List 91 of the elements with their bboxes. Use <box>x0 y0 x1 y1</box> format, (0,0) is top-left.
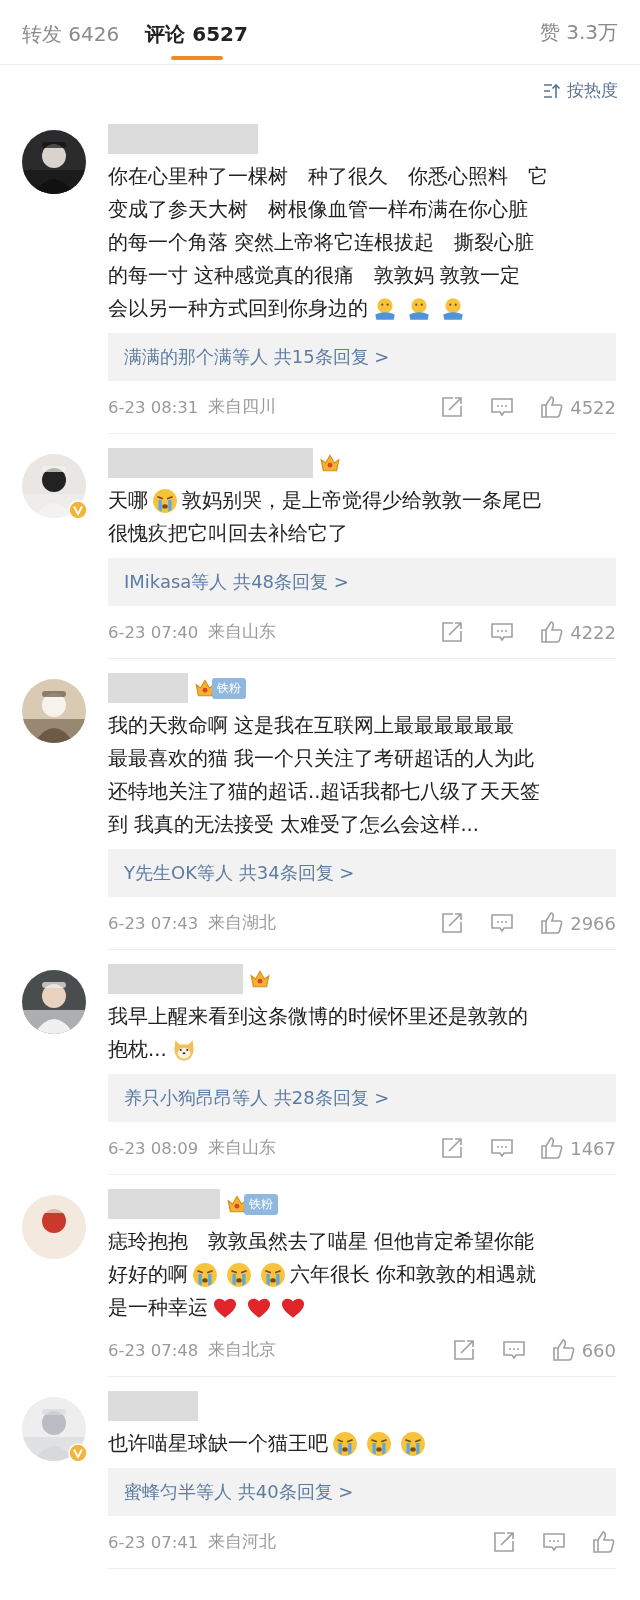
tab[interactable]: 评论 6527 <box>145 6 248 58</box>
comment-text: 敦妈别哭，是上帝觉得少给敦敦一条尾巴 <box>182 488 542 514</box>
comment-location: 来自河北 <box>208 1531 277 1553</box>
comment-location: 来自山东 <box>208 621 277 643</box>
comment-location: 来自北京 <box>208 1339 277 1361</box>
comment-button[interactable] <box>542 1530 566 1554</box>
crying-emoji-icon <box>366 1430 392 1457</box>
share-button[interactable] <box>492 1530 516 1554</box>
share-icon <box>440 911 465 935</box>
comment-text: 我的天救命啊 这是我在互联网上最最最最最最 <box>108 713 515 739</box>
comment-text: 六年很长 你和敦敦的相遇就 <box>290 1262 537 1288</box>
comment-icon <box>542 1530 566 1554</box>
crown-icon <box>249 968 271 990</box>
crying-emoji-icon <box>260 1261 286 1288</box>
comment-text: 是一种幸运 <box>108 1295 208 1321</box>
thumbs-up-icon <box>551 1338 576 1362</box>
comment-text: 还特地关注了猫的超话..超话我都七八级了天天签 <box>108 779 541 805</box>
share-icon <box>440 620 465 644</box>
comment-button[interactable] <box>490 395 515 419</box>
comment-text: 好好的啊 <box>108 1262 188 1288</box>
comment-text: 变成了参天大树 树根像血管一样布满在你心脏 <box>108 197 528 223</box>
fan-badge: 铁粉 <box>244 1193 278 1215</box>
replies-link[interactable]: IMikasa等人 共48条回复 > <box>108 558 616 606</box>
like-button[interactable]: 4522 <box>540 395 616 419</box>
comment-icon <box>501 1338 526 1362</box>
comment-location: 来自湖北 <box>208 912 277 934</box>
share-icon <box>440 1136 465 1160</box>
thumbs-up-icon <box>540 911 565 935</box>
share-button[interactable] <box>440 395 465 419</box>
thumbs-up-icon <box>540 620 565 644</box>
share-icon <box>440 395 465 419</box>
share-icon <box>451 1338 476 1362</box>
crying-emoji-icon <box>226 1261 252 1288</box>
replies-link[interactable]: 蜜蜂匀半等人 共40条回复 > <box>108 1468 616 1516</box>
comment-time: 6-23 08:09 <box>108 1138 199 1158</box>
crying-emoji-icon <box>400 1430 426 1457</box>
like-total[interactable]: 赞 3.3万 <box>539 18 618 46</box>
crying-emoji-icon <box>332 1430 358 1457</box>
comment-button[interactable] <box>490 1136 515 1160</box>
sort-icon <box>543 81 561 100</box>
tab[interactable]: 转发 6426 <box>22 6 120 58</box>
crown-icon <box>319 452 341 474</box>
thumbs-up-icon <box>540 1136 565 1160</box>
comment-text: 天哪 <box>108 488 148 514</box>
crying-emoji-icon <box>192 1261 218 1288</box>
comment-text: 痣玲抱抱 敦敦虽然去了喵星 但他肯定希望你能 <box>108 1229 535 1255</box>
crying-emoji-icon <box>152 487 178 514</box>
hug-emoji-icon <box>372 295 398 322</box>
thumbs-up-icon <box>540 395 565 419</box>
like-button[interactable]: 660 <box>551 1338 616 1362</box>
comment-text: 到 我真的无法接受 太难受了怎么会这样... <box>108 812 479 838</box>
comment-text: 很愧疚把它叫回去补给它了 <box>108 521 348 547</box>
comment-text: 你在心里种了一棵树 种了很久 你悉心照料 它 <box>108 164 548 190</box>
comment-location: 来自山东 <box>208 1137 277 1159</box>
comment-time: 6-23 07:41 <box>108 1532 199 1552</box>
hug-emoji-icon <box>440 295 466 322</box>
comment-button[interactable] <box>501 1338 526 1362</box>
share-button[interactable] <box>440 620 465 644</box>
replies-link[interactable]: 满满的那个满等人 共15条回复 > <box>108 333 616 381</box>
fan-badge: 铁粉 <box>212 677 246 699</box>
comment-location: 来自四川 <box>208 396 277 418</box>
thumbs-up-icon <box>592 1530 616 1554</box>
comment-icon <box>490 911 515 935</box>
comment-time: 6-23 08:31 <box>108 397 199 417</box>
comment-icon <box>490 620 515 644</box>
share-button[interactable] <box>451 1338 476 1362</box>
share-button[interactable] <box>440 911 465 935</box>
comment-time: 6-23 07:40 <box>108 622 199 642</box>
comment-button[interactable] <box>490 911 515 935</box>
comment-text: 也许喵星球缺一个猫王吧 <box>108 1431 328 1457</box>
like-button[interactable]: 2966 <box>540 911 616 935</box>
like-button[interactable]: 4222 <box>540 620 616 644</box>
comment-text: 的每一寸 这种感觉真的很痛 敦敦妈 敦敦一定 <box>108 263 521 289</box>
share-icon <box>492 1530 516 1554</box>
hug-emoji-icon <box>406 295 432 322</box>
like-button[interactable] <box>592 1530 616 1554</box>
sort-button[interactable]: 按热度 <box>543 79 618 102</box>
comment-text: 的每一个角落 突然上帝将它连根拔起 撕裂心脏 <box>108 230 535 256</box>
comment-time: 6-23 07:43 <box>108 913 199 933</box>
comment-text: 最最喜欢的猫 我一个只关注了考研超话的人为此 <box>108 746 535 772</box>
comment-text: 会以另一种方式回到你身边的 <box>108 296 368 322</box>
like-button[interactable]: 1467 <box>540 1136 616 1160</box>
replies-link[interactable]: Y先生OK等人 共34条回复 > <box>108 849 616 897</box>
comment-button[interactable] <box>490 620 515 644</box>
replies-link[interactable]: 养只小狗昂昂等人 共28条回复 > <box>108 1074 616 1122</box>
comment-text: 抱枕... <box>108 1037 167 1063</box>
comment-time: 6-23 07:48 <box>108 1340 199 1360</box>
share-button[interactable] <box>440 1136 465 1160</box>
comment-icon <box>490 1136 515 1160</box>
comment-text: 我早上醒来看到这条微博的时候怀里还是敦敦的 <box>108 1004 528 1030</box>
comment-icon <box>490 395 515 419</box>
